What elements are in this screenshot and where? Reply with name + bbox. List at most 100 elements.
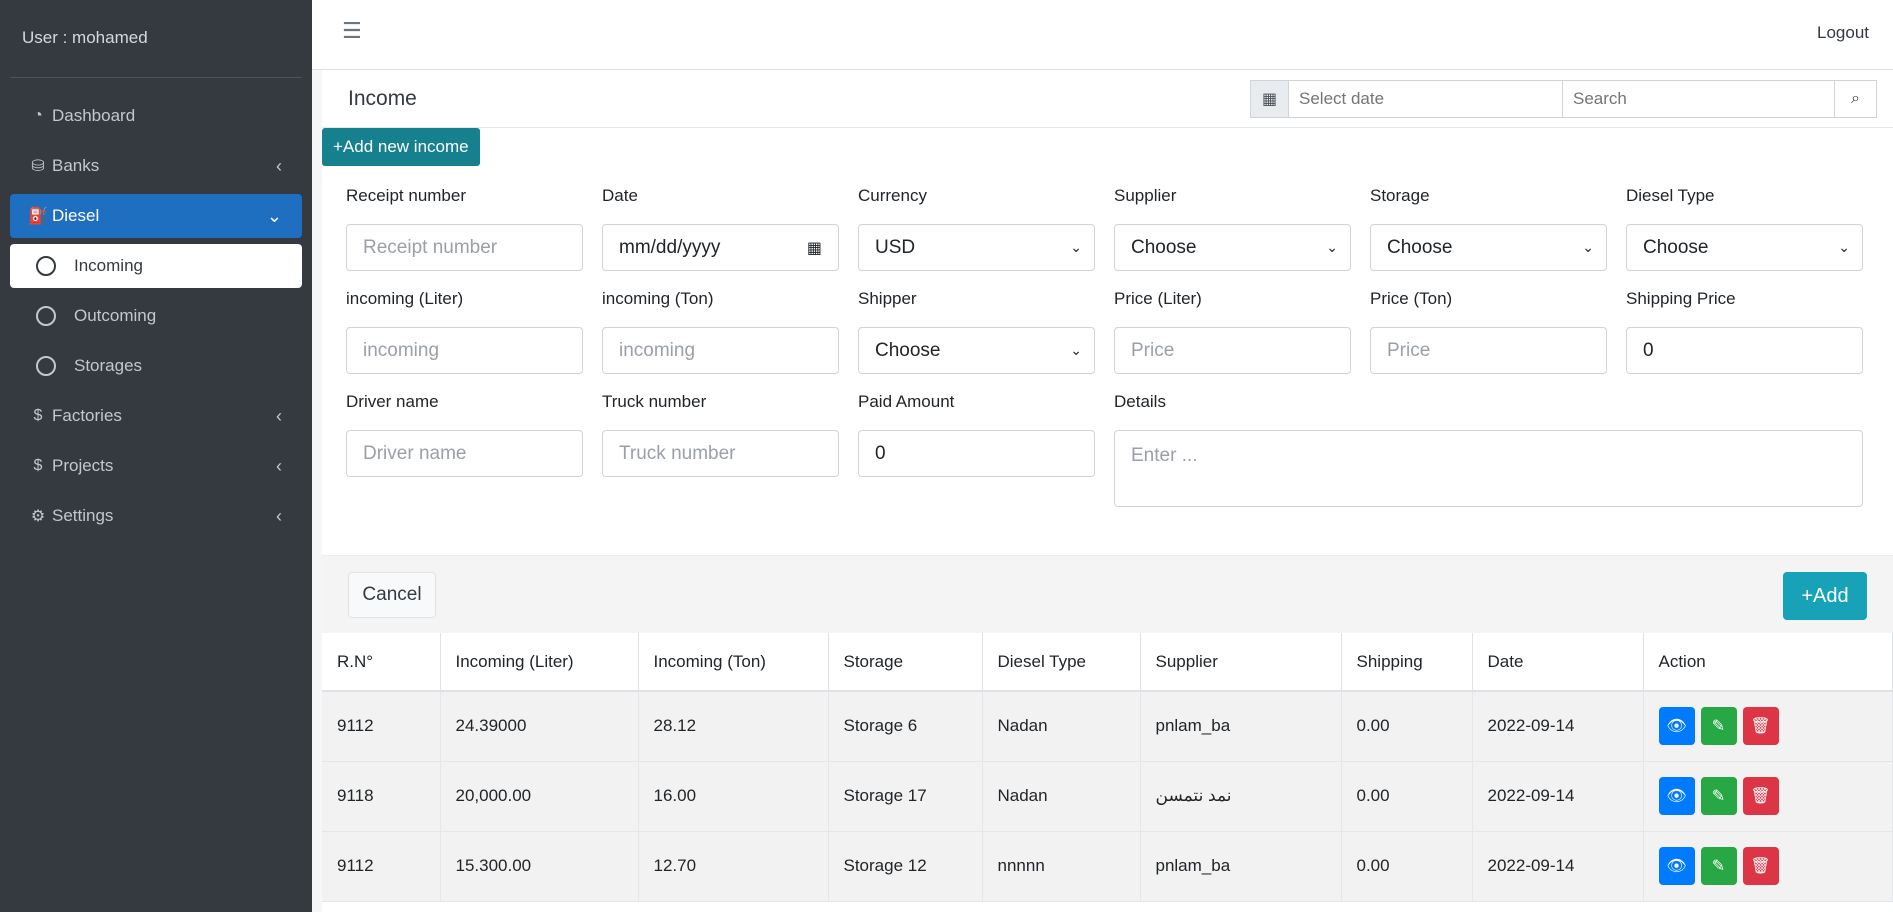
dollar-icon: $ bbox=[33, 407, 43, 424]
storage-select[interactable]: Choose ⌄ bbox=[1370, 224, 1607, 271]
cell-supplier: pnlam_ba bbox=[1140, 691, 1342, 762]
edit-icon[interactable]: ✎ bbox=[1700, 777, 1737, 815]
card-header: Income ▦ ⌕ bbox=[322, 70, 1893, 128]
field-label: Shipping Price bbox=[1626, 289, 1736, 308]
price-liter-input[interactable]: Price bbox=[1114, 327, 1351, 374]
cell-type: nnnnn bbox=[982, 831, 1141, 902]
chevron-down-icon: ⌄ bbox=[1326, 239, 1338, 255]
search-icon[interactable]: ⌕ bbox=[1834, 81, 1876, 117]
view-icon[interactable]: 👁 bbox=[1658, 847, 1695, 885]
driver-name-input[interactable]: Driver name bbox=[346, 430, 583, 477]
date-input[interactable] bbox=[1289, 81, 1564, 117]
logout-link[interactable]: Logout bbox=[1817, 23, 1869, 43]
column-header[interactable]: Storage bbox=[828, 633, 983, 692]
field-label: Supplier bbox=[1114, 186, 1177, 205]
chevron-left-icon: ‹ bbox=[276, 155, 282, 176]
price-liter-field: Price (Liter) Price bbox=[1114, 289, 1351, 374]
supplier-select[interactable]: Choose ⌄ bbox=[1114, 224, 1351, 271]
cell-storage: Storage 12 bbox=[828, 831, 983, 902]
column-header[interactable]: Diesel Type bbox=[982, 633, 1141, 692]
view-icon[interactable]: 👁 bbox=[1658, 707, 1695, 746]
sidebar-item-dashboard[interactable]: ◔ Dashboard bbox=[10, 94, 302, 138]
delete-icon[interactable]: 🗑 bbox=[1742, 707, 1779, 746]
topbar: ☰ Logout bbox=[312, 0, 1893, 70]
hamburger-icon[interactable]: ☰ bbox=[342, 18, 362, 44]
sidebar: User : mohamed ◔ Dashboard ⛁ Banks ‹ ⛽ D… bbox=[0, 0, 312, 912]
cell-storage: Storage 17 bbox=[828, 761, 983, 832]
field-label: Receipt number bbox=[346, 186, 467, 205]
sidebar-item-label: Projects bbox=[52, 456, 114, 475]
currency-select[interactable]: USD ⌄ bbox=[858, 224, 1095, 271]
table-row: 9112 15.300.00 12.70 Storage 12 nnnnn pn… bbox=[322, 831, 1893, 902]
date-field: Date mm/dd/yyyy ▦ bbox=[602, 186, 839, 271]
income-table: R.N° Incoming (Liter) Incoming (Ton) Sto… bbox=[322, 633, 1893, 902]
search-input[interactable] bbox=[1563, 81, 1834, 117]
table-header-row: R.N° Incoming (Liter) Incoming (Ton) Sto… bbox=[322, 633, 1893, 692]
shipping-price-input[interactable]: 0 bbox=[1626, 327, 1863, 374]
calendar-icon[interactable]: ▦ bbox=[807, 238, 822, 258]
column-header: Action bbox=[1643, 633, 1893, 692]
fuel-icon: ⛽ bbox=[28, 208, 48, 225]
cell-date: 2022-09-14 bbox=[1472, 691, 1644, 762]
add-new-income-button[interactable]: +Add new income bbox=[322, 128, 480, 166]
cell-type: Nadan bbox=[982, 761, 1141, 832]
delete-icon[interactable]: 🗑 bbox=[1742, 777, 1779, 815]
circle-icon bbox=[36, 256, 56, 276]
sidebar-item-projects[interactable]: $ Projects ‹ bbox=[10, 444, 302, 488]
field-label: Truck number bbox=[602, 392, 707, 411]
edit-icon[interactable]: ✎ bbox=[1700, 707, 1737, 746]
add-button[interactable]: +Add bbox=[1783, 572, 1867, 620]
receipt-number-input[interactable]: Receipt number bbox=[346, 224, 583, 271]
price-ton-input[interactable]: Price bbox=[1370, 327, 1607, 374]
sidebar-item-label: Banks bbox=[52, 156, 100, 175]
shipper-select[interactable]: Choose ⌄ bbox=[858, 327, 1095, 374]
view-icon[interactable]: 👁 bbox=[1658, 777, 1695, 815]
cell-rn: 9112 bbox=[322, 691, 441, 762]
paid-amount-field: Paid Amount 0 bbox=[858, 392, 1095, 477]
incoming-liter-input[interactable]: incoming bbox=[346, 327, 583, 374]
bank-icon: ⛁ bbox=[31, 158, 45, 175]
paid-amount-input[interactable]: 0 bbox=[858, 430, 1095, 477]
field-label: Details bbox=[1114, 392, 1166, 411]
field-label: Driver name bbox=[346, 392, 439, 411]
column-header[interactable]: Incoming (Ton) bbox=[638, 633, 829, 692]
cell-ton: 12.70 bbox=[638, 831, 829, 902]
chevron-down-icon: ⌄ bbox=[266, 205, 282, 226]
sidebar-subitem-outcoming[interactable]: Outcoming bbox=[10, 294, 302, 338]
sidebar-item-settings[interactable]: ⚙ Settings ‹ bbox=[10, 494, 302, 538]
details-textarea[interactable]: Enter ... bbox=[1114, 430, 1863, 507]
column-header[interactable]: Shipping bbox=[1341, 633, 1473, 692]
income-card: Income ▦ ⌕ +Add new income Receipt numbe… bbox=[322, 70, 1893, 912]
field-label: Price (Liter) bbox=[1114, 289, 1202, 308]
cell-rn: 9112 bbox=[322, 831, 441, 902]
chevron-down-icon: ⌄ bbox=[1838, 239, 1850, 255]
cell-shipping: 0.00 bbox=[1341, 831, 1473, 902]
chevron-down-icon: ⌄ bbox=[1070, 342, 1082, 358]
delete-icon[interactable]: 🗑 bbox=[1742, 847, 1779, 885]
diesel-type-select[interactable]: Choose ⌄ bbox=[1626, 224, 1863, 271]
cancel-button[interactable]: Cancel bbox=[348, 572, 436, 618]
incoming-ton-input[interactable]: incoming bbox=[602, 327, 839, 374]
sidebar-subitem-incoming[interactable]: Incoming bbox=[10, 244, 302, 288]
sidebar-item-banks[interactable]: ⛁ Banks ‹ bbox=[10, 144, 302, 188]
circle-icon bbox=[36, 356, 56, 376]
date-picker-input[interactable]: mm/dd/yyyy ▦ bbox=[602, 224, 839, 271]
select-value: USD bbox=[875, 236, 916, 258]
column-header[interactable]: Supplier bbox=[1140, 633, 1342, 692]
field-label: Price (Ton) bbox=[1370, 289, 1453, 308]
edit-icon[interactable]: ✎ bbox=[1700, 847, 1737, 885]
cell-liter: 15.300.00 bbox=[440, 831, 639, 902]
page-title: Income bbox=[348, 87, 417, 110]
cell-date: 2022-09-14 bbox=[1472, 831, 1644, 902]
calendar-icon[interactable]: ▦ bbox=[1251, 81, 1289, 117]
sidebar-item-factories[interactable]: $ Factories ‹ bbox=[10, 394, 302, 438]
column-header[interactable]: R.N° bbox=[322, 633, 441, 692]
column-header[interactable]: Date bbox=[1472, 633, 1644, 692]
column-header[interactable]: Incoming (Liter) bbox=[440, 633, 639, 692]
receipt-number-field: Receipt number Receipt number bbox=[346, 186, 583, 271]
sidebar-item-diesel[interactable]: ⛽ Diesel ⌄ bbox=[10, 194, 302, 238]
field-label: Storage bbox=[1370, 186, 1430, 205]
cell-shipping: 0.00 bbox=[1341, 691, 1473, 762]
sidebar-subitem-storages[interactable]: Storages bbox=[10, 344, 302, 388]
truck-number-input[interactable]: Truck number bbox=[602, 430, 839, 477]
